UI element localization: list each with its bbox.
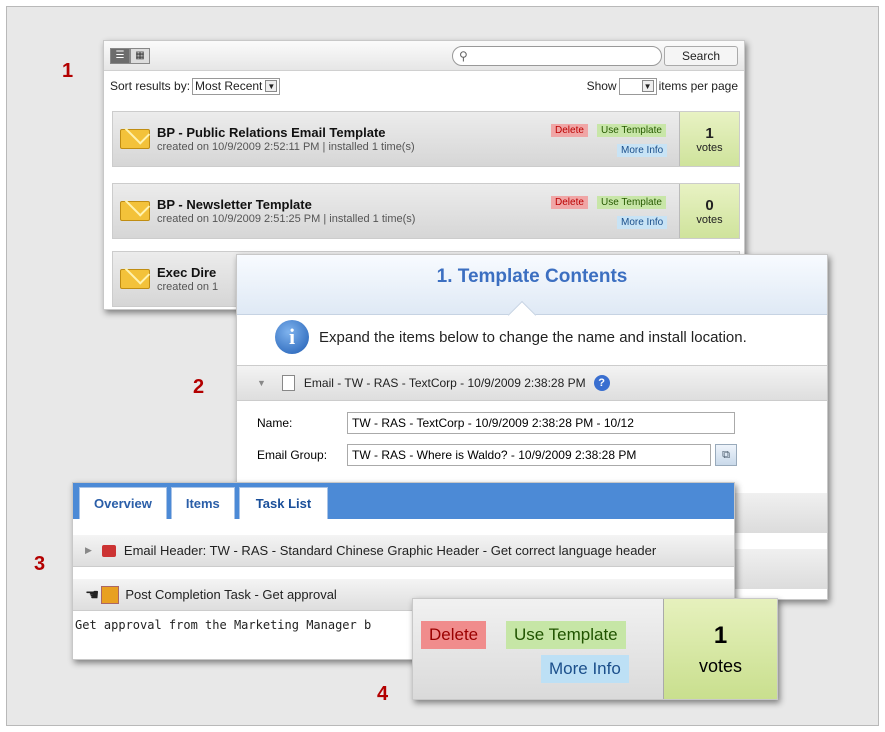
more-info-button[interactable]: More Info	[617, 144, 668, 157]
view-toggle: ☰ ▦	[110, 47, 150, 64]
collapse-triangle-icon[interactable]: ▶	[85, 545, 92, 556]
per-page-label: items per page	[658, 79, 738, 93]
votes-label: votes	[696, 141, 723, 154]
search-button[interactable]: Search	[664, 45, 738, 66]
search-area: ⚲ Search	[452, 45, 738, 66]
list-toolbar: ☰ ▦ ⚲ Search	[104, 41, 744, 71]
help-icon[interactable]: ?	[593, 375, 610, 391]
search-input[interactable]: ⚲	[452, 45, 662, 66]
header-task-label: Email Header: TW - RAS - Standard Chines…	[123, 543, 657, 558]
info-text: Expand the items below to change the nam…	[319, 328, 747, 346]
votes-label: votes	[698, 655, 743, 676]
chevron-down-icon: ▼	[265, 80, 278, 92]
votes-box[interactable]: 1 votes	[663, 599, 777, 699]
chevron-down-icon: ▼	[641, 80, 654, 92]
page-size-select[interactable]: ▼	[618, 77, 657, 95]
show-label: Show	[586, 79, 617, 93]
votes-count: 1	[713, 621, 728, 649]
votes-label: votes	[696, 213, 723, 226]
step-number-2: 2	[193, 376, 205, 398]
sort-value: Most Recent	[195, 79, 263, 93]
tab-bar: Overview Items Task List	[73, 483, 734, 519]
email-group-field[interactable]: TW - RAS - Where is Waldo? - 10/9/2009 2…	[347, 444, 711, 466]
template-actions: Delete Use Template More Info	[549, 184, 679, 238]
delete-button[interactable]: Delete	[551, 124, 588, 137]
email-header-icon	[101, 544, 116, 557]
email-group-label: Email Group:	[257, 448, 328, 462]
zoomed-actions-panel: Delete Use Template More Info 1 votes	[412, 598, 778, 700]
template-title[interactable]: BP - Public Relations Email Template	[157, 125, 549, 140]
name-label: Name:	[257, 416, 293, 430]
page-size-control: Show ▼ items per page	[586, 77, 738, 95]
search-icon: ⚲	[459, 48, 468, 63]
votes-count: 1	[705, 124, 714, 142]
votes-count: 0	[705, 196, 714, 214]
email-item-header[interactable]: ▼ Email - TW - RAS - TextCorp - 10/9/200…	[237, 365, 827, 401]
email-group-row: Email Group: TW - RAS - Where is Waldo? …	[237, 439, 827, 471]
step-number-3: 3	[34, 553, 46, 575]
template-title[interactable]: BP - Newsletter Template	[157, 197, 549, 212]
email-item-label: Email - TW - RAS - TextCorp - 10/9/2009 …	[303, 376, 586, 390]
use-template-button[interactable]: Use Template	[506, 621, 626, 649]
name-field[interactable]: TW - RAS - TextCorp - 10/9/2009 2:38:28 …	[347, 412, 735, 434]
tab-overview[interactable]: Overview	[79, 487, 167, 519]
more-info-button[interactable]: More Info	[541, 655, 629, 683]
grid-view-icon[interactable]: ▦	[130, 47, 150, 64]
browse-icon[interactable]: ⧉	[715, 444, 737, 466]
email-icon	[113, 252, 157, 306]
email-icon	[113, 112, 157, 166]
task-row-header[interactable]: ▶ Email Header: TW - RAS - Standard Chin…	[73, 535, 734, 567]
tab-items[interactable]: Items	[170, 487, 235, 519]
sort-row: Sort results by: Most Recent ▼ Show ▼ ite…	[104, 71, 744, 101]
votes-box[interactable]: 0 votes	[679, 184, 739, 238]
template-actions: Delete Use Template More Info	[549, 112, 679, 166]
more-info-button[interactable]: More Info	[617, 216, 668, 229]
expand-triangle-icon[interactable]: ▼	[257, 378, 266, 388]
list-view-icon[interactable]: ☰	[110, 47, 130, 64]
post-completion-task-label: Post Completion Task - Get approval	[125, 587, 337, 602]
use-template-button[interactable]: Use Template	[597, 124, 666, 137]
document-icon	[281, 375, 295, 391]
template-row[interactable]: BP - Newsletter Template created on 10/9…	[112, 183, 740, 239]
info-message: i Expand the items below to change the n…	[237, 315, 827, 359]
contents-title: 1. Template Contents	[436, 266, 628, 287]
step-number-1: 1	[62, 60, 74, 82]
name-row: Name: TW - RAS - TextCorp - 10/9/2009 2:…	[237, 407, 827, 439]
hand-cursor-icon: ☚	[85, 586, 100, 604]
sort-select[interactable]: Most Recent ▼	[192, 77, 281, 95]
template-row[interactable]: BP - Public Relations Email Template cre…	[112, 111, 740, 167]
email-icon	[113, 184, 157, 238]
step-number-4: 4	[377, 683, 389, 705]
contents-header: 1. Template Contents	[237, 255, 827, 330]
template-meta: created on 10/9/2009 2:52:11 PM | instal…	[157, 141, 415, 153]
use-template-button[interactable]: Use Template	[597, 196, 666, 209]
delete-button[interactable]: Delete	[421, 621, 487, 649]
tab-task-list[interactable]: Task List	[238, 487, 329, 519]
template-meta: created on 10/9/2009 2:51:25 PM | instal…	[157, 213, 416, 225]
info-icon: i	[275, 320, 309, 354]
zoomed-actions: Delete Use Template More Info	[413, 599, 663, 699]
sort-label: Sort results by:	[110, 79, 191, 93]
votes-box[interactable]: 1 votes	[679, 112, 739, 166]
task-icon	[101, 585, 120, 604]
delete-button[interactable]: Delete	[551, 196, 588, 209]
